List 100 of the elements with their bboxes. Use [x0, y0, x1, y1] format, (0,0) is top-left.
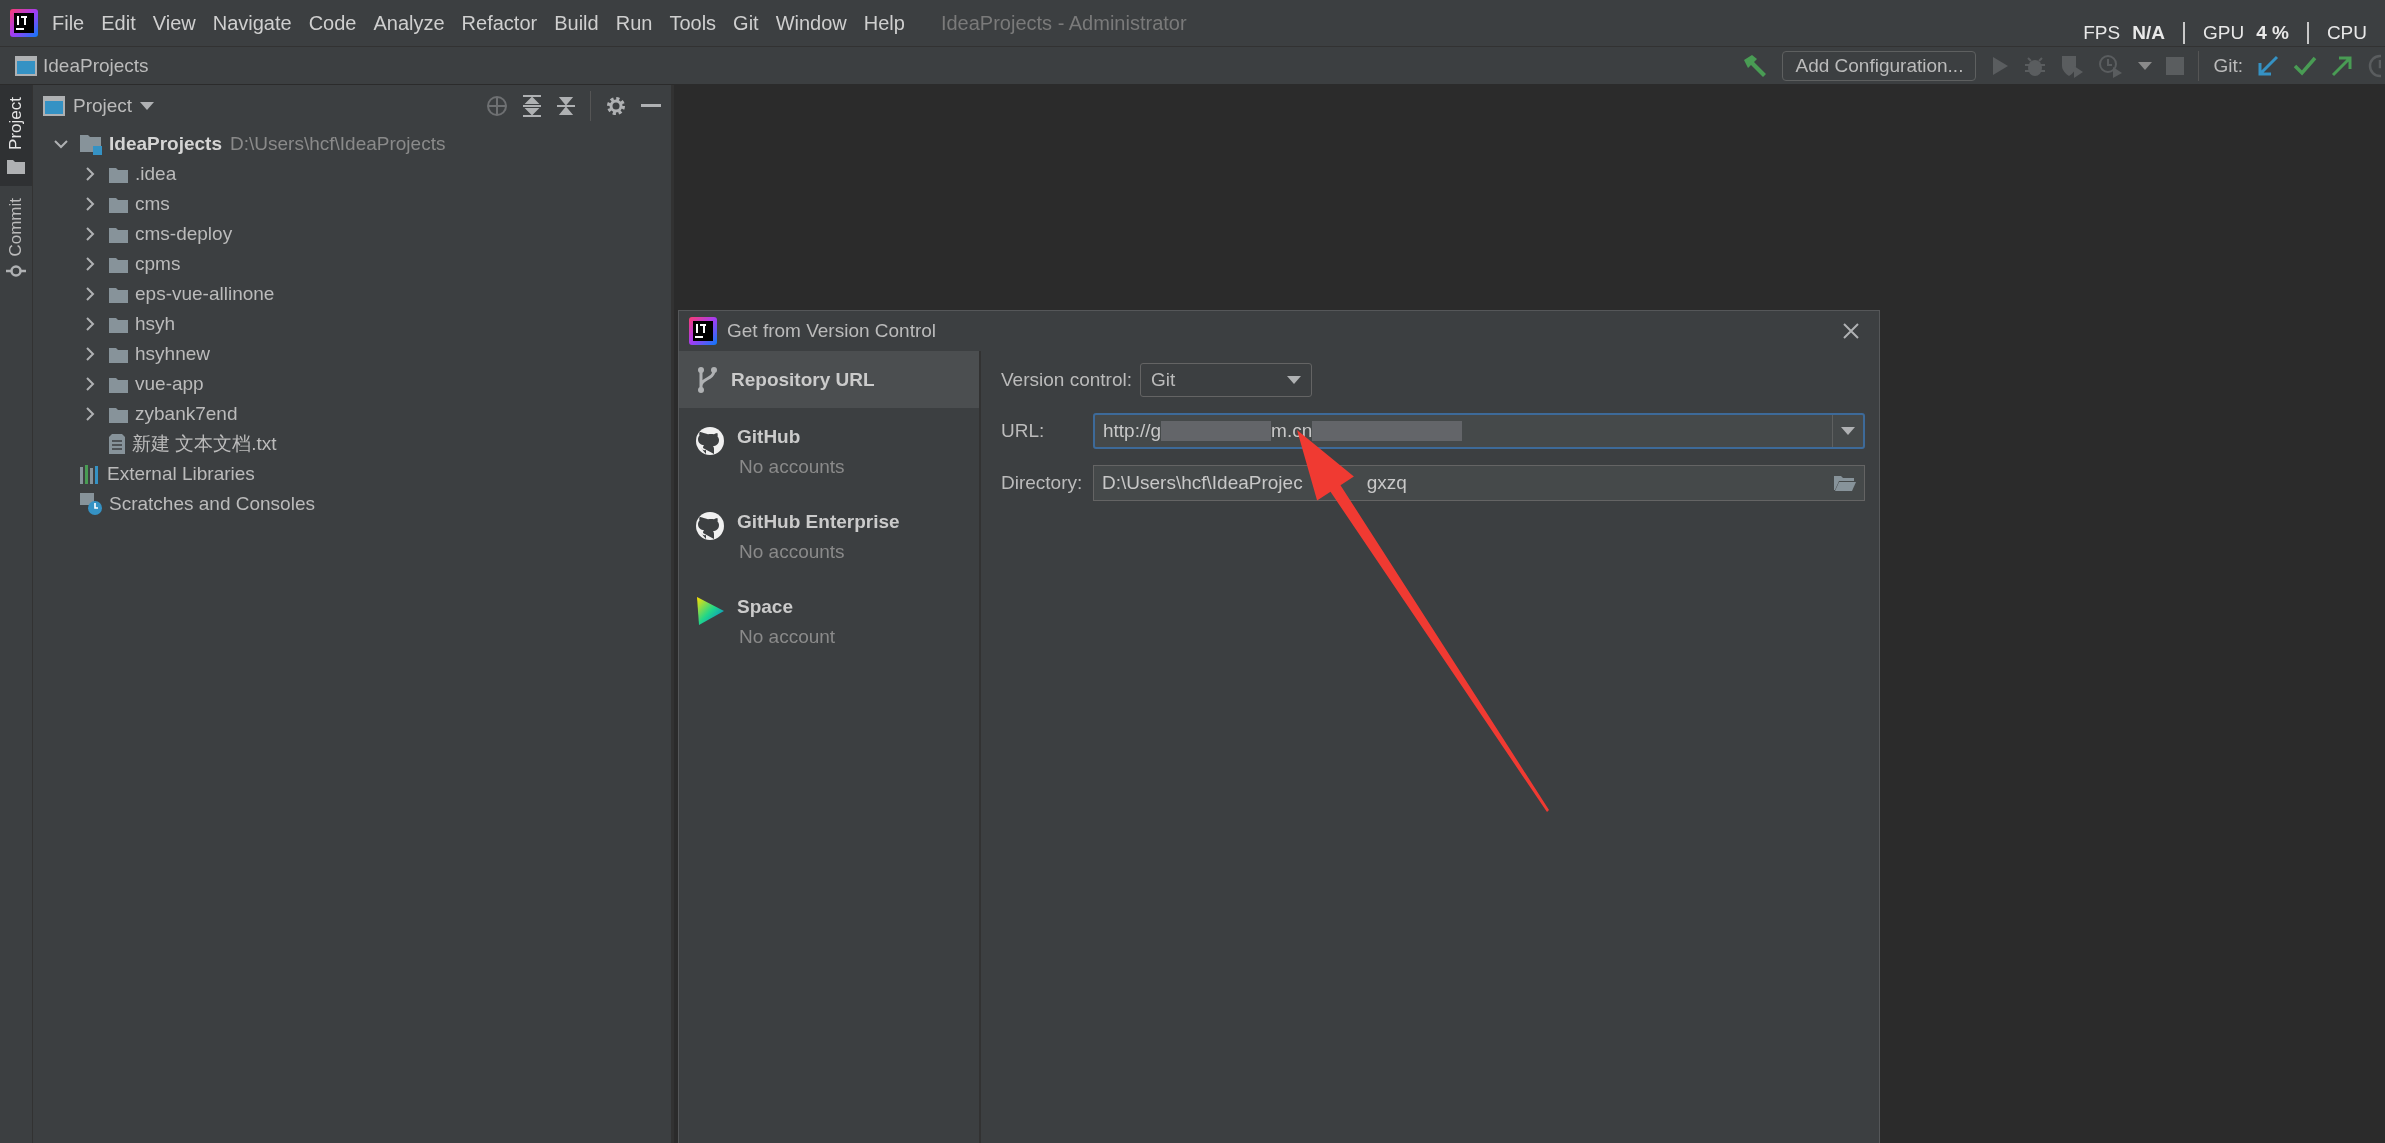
folder-icon[interactable]	[1834, 475, 1856, 491]
stat-label: CPU	[2326, 22, 2367, 44]
url-field[interactable]: http://g m.cn	[1093, 413, 1865, 449]
stat-label: FPS	[2083, 22, 2121, 44]
tool-window-tab[interactable]: Commit	[0, 185, 32, 291]
source-note: No accounts	[738, 456, 845, 478]
menu-item[interactable]: Run	[615, 11, 653, 35]
branch-icon	[695, 365, 719, 394]
tree-item[interactable]: IdeaProjects	[109, 133, 222, 155]
source-title: GitHub	[737, 426, 802, 448]
github-icon	[695, 426, 725, 456]
stat-label: GPU	[2202, 22, 2245, 44]
folder-icon	[108, 345, 129, 363]
menu-item[interactable]: Navigate	[212, 11, 292, 35]
menu-item[interactable]: Refactor	[461, 11, 538, 35]
source-item[interactable]: Repository URL	[679, 351, 979, 408]
source-title: Repository URL	[731, 368, 875, 391]
url-text: http://g	[1103, 420, 1162, 442]
library-icon	[79, 464, 101, 484]
dropdown-caret-icon[interactable]	[2138, 61, 2153, 70]
tree-item[interactable]: eps-vue-allinone	[135, 283, 275, 305]
tree-item[interactable]: zybank7end	[135, 403, 238, 425]
dialog-title: Get from Version Control	[727, 320, 937, 342]
project-window-icon	[15, 55, 37, 76]
menu-item[interactable]: Build	[554, 11, 599, 35]
menu-item[interactable]: Help	[863, 11, 905, 35]
triangle-logo-icon	[695, 596, 725, 626]
directory-text: D:\Users\hcf\IdeaProjec	[1102, 472, 1303, 494]
tree-item[interactable]: cms	[135, 193, 170, 215]
menu-item[interactable]: Edit	[101, 11, 136, 35]
tree-item[interactable]: cms-deploy	[135, 223, 233, 245]
field-label: Version control:	[1001, 369, 1132, 391]
tree-item[interactable]: hsyhnew	[135, 343, 210, 365]
collapse-all-icon[interactable]	[556, 95, 576, 117]
folder-icon	[108, 225, 129, 243]
source-item[interactable]: Space No account	[679, 586, 979, 652]
menu-item[interactable]: File	[52, 11, 85, 35]
field-label: Directory:	[1001, 472, 1084, 494]
push-arrow-icon[interactable]	[2331, 54, 2353, 77]
source-title: Space	[737, 596, 794, 618]
tree-item[interactable]: hsyh	[135, 313, 176, 335]
field-label: URL:	[1001, 420, 1046, 442]
configuration-button[interactable]: Add Configuration...	[1782, 50, 1977, 81]
source-item[interactable]: GitHub No accounts	[679, 416, 979, 482]
project-window-icon	[43, 96, 65, 116]
panel-title[interactable]: Project	[73, 95, 133, 117]
menu-item[interactable]: View	[152, 11, 196, 35]
close-icon[interactable]	[1843, 323, 1859, 339]
dropdown-caret-icon	[1286, 376, 1301, 384]
checkmark-icon[interactable]	[2293, 55, 2317, 76]
tool-window-tab[interactable]: Project	[0, 85, 32, 186]
app-logo	[689, 317, 717, 345]
folder-icon	[108, 315, 129, 333]
directory-field[interactable]: D:\Users\hcf\IdeaProjec gxzq	[1093, 465, 1865, 501]
stat-value: 4 %	[2256, 22, 2289, 44]
folder-icon	[7, 157, 25, 174]
dropdown-caret-icon[interactable]	[1841, 427, 1855, 435]
folder-path: D:\Users\hcf\IdeaProjects	[230, 133, 446, 155]
folder-icon	[108, 195, 129, 213]
menu-item[interactable]: Git	[733, 11, 759, 35]
url-text: m.cn	[1271, 420, 1313, 442]
folder-icon	[108, 165, 129, 183]
directory-text: gxzq	[1366, 472, 1407, 494]
folder-icon	[79, 133, 103, 155]
breadcrumb[interactable]: IdeaProjects	[43, 54, 149, 77]
settings-icon[interactable]	[605, 95, 627, 117]
source-note: No accounts	[738, 541, 846, 563]
tree-item[interactable]: 新建 文本文档.txt	[132, 431, 277, 457]
tab-label: Commit	[6, 197, 26, 257]
menu-item[interactable]: Code	[308, 11, 357, 35]
menu-item[interactable]: Analyze	[373, 11, 445, 35]
folder-icon	[108, 285, 129, 303]
menu-item[interactable]: Window	[775, 11, 847, 35]
app-logo	[10, 9, 38, 37]
scratch-clock-icon	[79, 492, 103, 516]
dropdown-caret-icon[interactable]	[140, 102, 155, 110]
tree-item[interactable]: Scratches and Consoles	[109, 493, 315, 515]
tree-item[interactable]: cpms	[135, 253, 181, 275]
folder-icon	[108, 375, 129, 393]
text-file-icon	[108, 433, 126, 455]
menu-item[interactable]: Tools	[669, 11, 717, 35]
window-title: IdeaProjects - Administrator	[940, 11, 1187, 35]
folder-icon	[108, 255, 129, 273]
commit-icon	[6, 264, 26, 279]
git-label: Git:	[2213, 54, 2243, 77]
minimize-icon[interactable]	[641, 104, 661, 108]
github-icon	[695, 511, 725, 541]
hammer-icon[interactable]	[1742, 53, 1769, 78]
folder-icon	[108, 405, 129, 423]
tab-label: Project	[6, 97, 26, 150]
source-title: GitHub Enterprise	[737, 511, 900, 533]
tree-item[interactable]: .idea	[135, 163, 177, 185]
stat-value: N/A	[2132, 22, 2165, 44]
source-note: No account	[738, 626, 836, 648]
update-arrow-icon[interactable]	[2257, 54, 2279, 77]
source-item[interactable]: GitHub Enterprise No accounts	[679, 501, 979, 567]
tree-item[interactable]: vue-app	[135, 373, 204, 395]
version-control-dropdown[interactable]: Git	[1139, 363, 1312, 397]
tree-item[interactable]: External Libraries	[107, 463, 255, 485]
expand-all-icon[interactable]	[522, 95, 542, 117]
